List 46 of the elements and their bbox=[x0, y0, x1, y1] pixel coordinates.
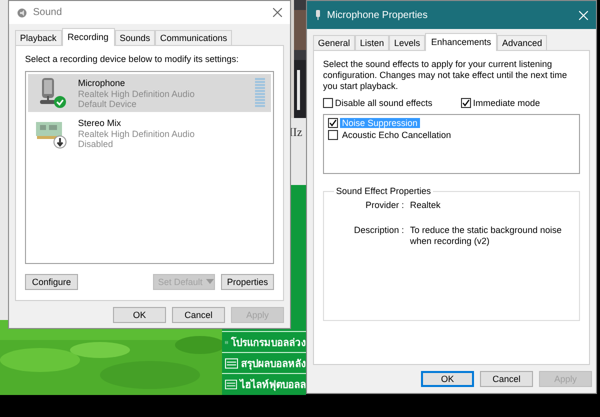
microphone-icon bbox=[315, 10, 321, 20]
device-name: Stereo Mix bbox=[78, 118, 122, 128]
tab[interactable]: Advanced bbox=[497, 35, 548, 51]
menu-link[interactable]: สรุปผลบอลหลัง bbox=[241, 356, 306, 370]
menu-link[interactable]: โปรแกรมบอลล่วง bbox=[231, 334, 306, 350]
button[interactable]: Configure bbox=[25, 274, 78, 290]
checkbox[interactable] bbox=[328, 118, 338, 128]
dialog-button[interactable]: OK bbox=[113, 307, 166, 323]
tab[interactable]: Listen bbox=[355, 35, 390, 51]
property-label: Provider : bbox=[364, 200, 404, 211]
checkbox[interactable] bbox=[328, 130, 338, 140]
window-title: Microphone Properties bbox=[327, 10, 429, 20]
level-meter-icon bbox=[255, 78, 265, 108]
tab[interactable]: Levels bbox=[389, 35, 426, 51]
tab[interactable]: Enhancements bbox=[425, 33, 498, 51]
intro-text: Select the sound effects to apply for your current listening configuration. Changes may not take effect until the next time you start playback. bbox=[323, 59, 568, 92]
property-label: Description : bbox=[352, 225, 404, 237]
device-driver: Realtek High Definition Audio bbox=[78, 88, 196, 98]
button[interactable]: Properties bbox=[221, 274, 274, 290]
dialog-button[interactable]: Cancel bbox=[172, 307, 225, 323]
close-icon[interactable] bbox=[273, 8, 282, 17]
group-title: Sound Effect Properties bbox=[335, 186, 432, 196]
device-item[interactable]: Microphone Realtek High Definition Audio Default Device bbox=[28, 74, 271, 112]
property-value: To reduce the static background noise when recording (v2) bbox=[410, 225, 563, 247]
device-name: Microphone bbox=[78, 78, 126, 88]
dialog-button[interactable]: OK bbox=[421, 371, 474, 387]
checkbox-label: Disable all sound effects bbox=[335, 98, 432, 108]
checkbox[interactable] bbox=[323, 98, 333, 108]
property-value: Realtek bbox=[410, 200, 442, 211]
device-status: Default Device bbox=[78, 98, 138, 108]
speaker-icon bbox=[17, 8, 27, 18]
tab[interactable]: Recording bbox=[62, 28, 115, 46]
window-title: Sound bbox=[33, 7, 63, 18]
effect-item[interactable]: Acoustic Echo Cancellation bbox=[340, 130, 454, 140]
instruction-text: Select a recording device below to modify its settings: bbox=[25, 54, 240, 65]
dialog-button[interactable]: Cancel bbox=[480, 371, 533, 387]
tab[interactable]: Sounds bbox=[114, 30, 156, 46]
device-status: Disabled bbox=[78, 138, 114, 148]
tab[interactable]: Communications bbox=[155, 30, 232, 46]
caret-icon bbox=[206, 279, 214, 285]
checkbox-label: Immediate mode bbox=[472, 98, 540, 108]
menu-link[interactable]: ไฮไลท์ฟุตบอลล bbox=[240, 376, 306, 392]
checkbox[interactable] bbox=[460, 98, 471, 108]
tab[interactable]: General bbox=[313, 35, 356, 51]
tab[interactable]: Playback bbox=[15, 30, 62, 46]
device-driver: Realtek High Definition Audio bbox=[78, 128, 196, 138]
